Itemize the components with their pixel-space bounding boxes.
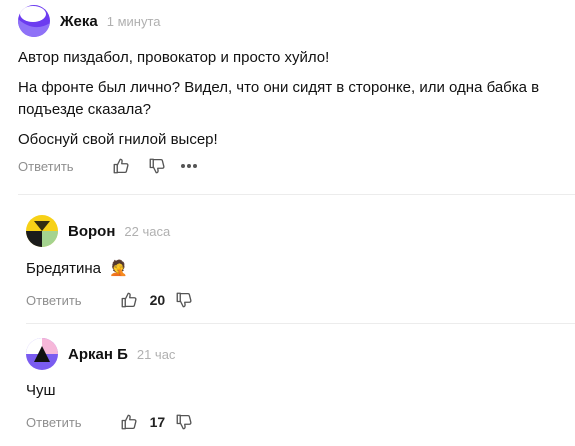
comment-time: 1 минута: [106, 13, 161, 29]
reply-button[interactable]: Ответить: [26, 293, 82, 308]
comment-time: 22 часа: [124, 223, 171, 239]
reply-button[interactable]: Ответить: [26, 415, 82, 430]
avatar[interactable]: [26, 215, 58, 247]
comment-paragraph: Обоснуй свой гнилой высер!: [18, 131, 218, 148]
like-count: 17: [149, 414, 166, 430]
comment-paragraph: Чуш: [26, 382, 56, 399]
facepalm-emoji-icon: 🤦: [109, 260, 128, 277]
more-horizontal-icon[interactable]: [180, 163, 198, 169]
divider: [18, 194, 575, 195]
like-count: 20: [149, 292, 166, 308]
comment-paragraph: Бредятина: [26, 260, 101, 277]
thumb-down-icon[interactable]: [175, 413, 193, 431]
thumb-up-icon[interactable]: [112, 157, 130, 175]
comment-actions: Ответить: [18, 155, 198, 177]
author-name[interactable]: Жека: [60, 13, 98, 30]
avatar[interactable]: [26, 338, 58, 370]
comment-header: Ворон 22 часа: [26, 215, 170, 247]
thumb-up-icon[interactable]: [120, 413, 138, 431]
comment-text: Автор пиздабол, провокатор и просто хуйл…: [18, 47, 563, 151]
thumb-down-icon[interactable]: [175, 291, 193, 309]
author-name[interactable]: Аркан Б: [68, 346, 128, 363]
author-name[interactable]: Ворон: [68, 223, 115, 240]
reply-button[interactable]: Ответить: [18, 159, 74, 174]
comment-time: 21 час: [136, 346, 176, 362]
comment-text: Чуш: [26, 380, 56, 402]
comment-actions: Ответить 17: [26, 411, 193, 433]
thumb-down-icon[interactable]: [148, 157, 166, 175]
divider: [26, 323, 575, 324]
comment-actions: Ответить 20: [26, 289, 193, 311]
thumb-up-icon[interactable]: [120, 291, 138, 309]
comment-paragraph: На фронте был лично? Видел, что они сидя…: [18, 79, 540, 118]
comment-text: Бредятина 🤦: [26, 258, 128, 280]
comment-header: Жека 1 минута: [18, 5, 161, 37]
comment-paragraph: Автор пиздабол, провокатор и просто хуйл…: [18, 49, 330, 66]
avatar[interactable]: [18, 5, 50, 37]
comment-header: Аркан Б 21 час: [26, 338, 175, 370]
